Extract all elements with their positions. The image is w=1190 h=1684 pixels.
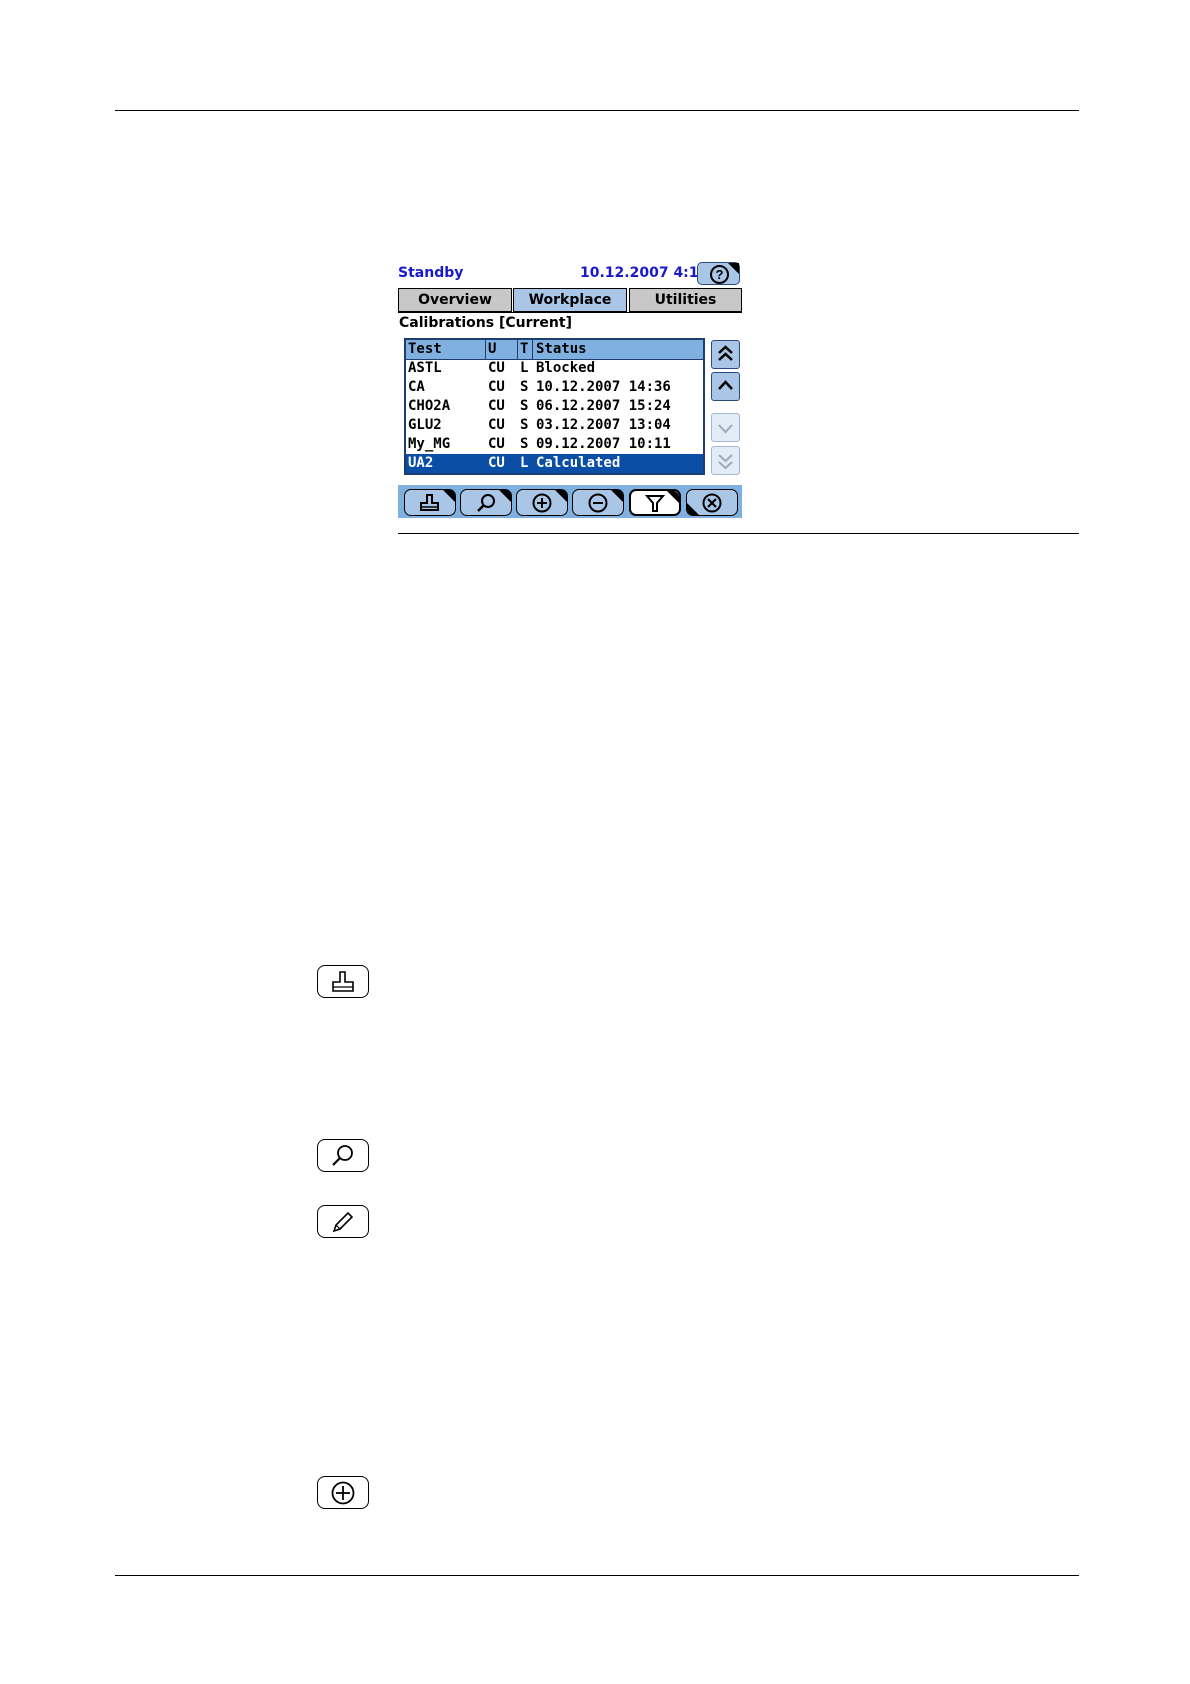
cell-t: S xyxy=(520,417,529,433)
tab-utilities[interactable]: Utilities xyxy=(629,288,742,312)
cell-u: CU xyxy=(488,379,505,395)
filter-button[interactable] xyxy=(629,489,681,516)
table-row[interactable]: CHO2A CU S 06.12.2007 15:24 xyxy=(406,397,703,416)
table-row[interactable]: ASTL CU L Blocked xyxy=(406,359,703,378)
page-up-icon xyxy=(718,345,733,361)
line-down-icon xyxy=(718,424,733,434)
cell-status: 06.12.2007 15:24 xyxy=(536,398,671,414)
table-row-selected[interactable]: UA2 CU L Calculated xyxy=(406,454,703,473)
search-button[interactable] xyxy=(460,489,512,516)
table-header: Test U T Status xyxy=(406,340,703,360)
toolbar xyxy=(398,485,742,518)
help-button[interactable]: ? xyxy=(697,262,740,285)
page-up-button[interactable] xyxy=(711,340,740,369)
section-title: Calibrations [Current] xyxy=(399,315,572,331)
cell-t: L xyxy=(520,360,529,376)
line-up-icon xyxy=(718,380,733,390)
cell-test: GLU2 xyxy=(408,417,442,433)
cell-u: CU xyxy=(488,436,505,452)
cell-t: S xyxy=(520,398,529,414)
cell-status: 10.12.2007 14:36 xyxy=(536,379,671,395)
cell-u: CU xyxy=(488,360,505,376)
add-button[interactable] xyxy=(516,489,568,516)
search-icon xyxy=(477,493,495,512)
remove-button[interactable] xyxy=(572,489,624,516)
cell-u: CU xyxy=(488,398,505,414)
table-row[interactable]: My_MG CU S 09.12.2007 10:11 xyxy=(406,435,703,454)
line-down-button[interactable] xyxy=(711,413,740,442)
table-row[interactable]: CA CU S 10.12.2007 14:36 xyxy=(406,378,703,397)
cell-status: 03.12.2007 13:04 xyxy=(536,417,671,433)
cell-t: L xyxy=(520,455,529,471)
print-icon xyxy=(332,970,354,992)
cell-t: S xyxy=(520,379,529,395)
column-header-u[interactable]: U xyxy=(488,340,496,359)
header-rule xyxy=(115,110,1079,111)
page-down-button[interactable] xyxy=(711,446,740,475)
cell-test: My_MG xyxy=(408,436,451,452)
cell-status: Calculated xyxy=(536,455,621,471)
cell-test: CHO2A xyxy=(408,398,451,414)
edit-icon xyxy=(332,1211,354,1232)
analyzer-screen: Standby 10.12.2007 4:13 ? Overview Workp… xyxy=(398,260,742,518)
cell-status: Blocked xyxy=(536,360,596,376)
column-header-status[interactable]: Status xyxy=(536,340,587,359)
print-button[interactable] xyxy=(404,489,456,516)
column-header-t[interactable]: T xyxy=(520,340,528,359)
line-up-button[interactable] xyxy=(711,372,740,401)
search-button-reference xyxy=(317,1139,369,1172)
status-text: Standby xyxy=(398,265,464,281)
cell-status: 09.12.2007 10:11 xyxy=(536,436,671,452)
search-icon xyxy=(332,1144,353,1166)
cell-u: CU xyxy=(488,455,505,471)
figure-rule xyxy=(398,533,1079,534)
close-icon xyxy=(702,493,722,512)
tab-bar: Overview Workplace Utilities xyxy=(398,288,742,312)
table-row[interactable]: GLU2 CU S 03.12.2007 13:04 xyxy=(406,416,703,435)
status-bar: Standby 10.12.2007 4:13 ? xyxy=(398,260,742,286)
add-icon xyxy=(331,1481,355,1504)
filter-icon xyxy=(644,494,666,512)
page-down-icon xyxy=(718,454,733,470)
help-icon: ? xyxy=(710,265,729,284)
column-header-test[interactable]: Test xyxy=(408,340,442,359)
cell-test: UA2 xyxy=(408,455,434,471)
cell-test: CA xyxy=(408,379,425,395)
add-icon xyxy=(532,493,552,512)
edit-button-reference xyxy=(317,1205,369,1238)
calibrations-table: Test U T Status ASTL CU L Blocked CA CU … xyxy=(404,338,705,475)
remove-icon xyxy=(588,493,608,512)
datetime: 10.12.2007 4:13 xyxy=(580,265,709,281)
cell-t: S xyxy=(520,436,529,452)
tab-overview[interactable]: Overview xyxy=(398,288,512,312)
cell-test: ASTL xyxy=(408,360,442,376)
print-button-reference xyxy=(317,965,369,998)
cell-u: CU xyxy=(488,417,505,433)
footer-rule xyxy=(115,1575,1079,1576)
print-icon xyxy=(420,493,439,511)
close-button[interactable] xyxy=(686,489,738,516)
tab-workplace[interactable]: Workplace xyxy=(513,288,627,312)
add-button-reference xyxy=(317,1476,369,1509)
